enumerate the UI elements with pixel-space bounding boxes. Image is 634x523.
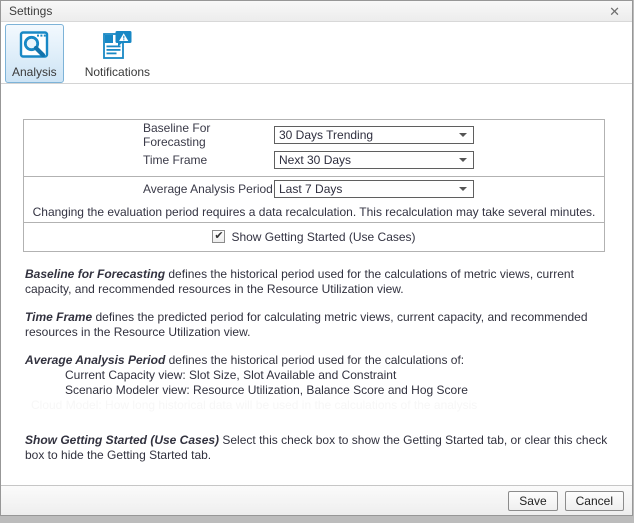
description-timeframe-term: Time Frame bbox=[25, 310, 92, 324]
description-timeframe: Time Frame defines the predicted period … bbox=[25, 310, 611, 340]
baseline-forecasting-select[interactable]: 30 Days Trending bbox=[274, 126, 474, 144]
tab-analysis-label: Analysis bbox=[12, 65, 57, 79]
description-getting-started-term: Show Getting Started (Use Cases) bbox=[25, 433, 219, 447]
description-baseline: Baseline for Forecasting defines the his… bbox=[25, 267, 611, 297]
title-bar: Settings ✕ bbox=[1, 1, 632, 22]
descriptions: Baseline for Forecasting defines the his… bbox=[25, 267, 611, 476]
baseline-forecasting-value: 30 Days Trending bbox=[279, 128, 459, 142]
analysis-icon bbox=[18, 29, 50, 61]
notifications-icon bbox=[101, 29, 133, 61]
dropdown-arrow-icon bbox=[459, 158, 467, 162]
forecast-section: Baseline For Forecasting 30 Days Trendin… bbox=[24, 120, 604, 177]
description-analysis-period-term: Average Analysis Period bbox=[25, 353, 165, 367]
description-analysis-period-sub2: Scenario Modeler view: Resource Utilizat… bbox=[25, 383, 611, 398]
form-row-baseline: Baseline For Forecasting 30 Days Trendin… bbox=[24, 126, 604, 144]
getting-started-checkbox-label: Show Getting Started (Use Cases) bbox=[231, 230, 415, 244]
average-analysis-period-select[interactable]: Last 7 Days bbox=[274, 180, 474, 198]
tab-analysis[interactable]: Analysis bbox=[5, 24, 64, 83]
time-frame-value: Next 30 Days bbox=[279, 153, 459, 167]
form-row-analysis-period: Average Analysis Period Last 7 Days bbox=[24, 180, 604, 198]
footer-bar: Save Cancel bbox=[1, 485, 632, 515]
description-analysis-period-sub1: Current Capacity view: Slot Size, Slot A… bbox=[25, 368, 611, 383]
baseline-forecasting-label: Baseline For Forecasting bbox=[143, 121, 274, 149]
description-getting-started: Show Getting Started (Use Cases) Select … bbox=[25, 433, 611, 463]
dropdown-arrow-icon bbox=[459, 187, 467, 191]
getting-started-checkbox[interactable]: ✔ bbox=[212, 230, 225, 243]
tab-notifications[interactable]: Notifications bbox=[78, 24, 157, 83]
getting-started-section: ✔ Show Getting Started (Use Cases) bbox=[24, 223, 604, 250]
window-title: Settings bbox=[9, 4, 605, 18]
save-button[interactable]: Save bbox=[508, 491, 557, 511]
time-frame-label: Time Frame bbox=[143, 153, 274, 167]
form-row-timeframe: Time Frame Next 30 Days bbox=[24, 151, 604, 169]
time-frame-select[interactable]: Next 30 Days bbox=[274, 151, 474, 169]
ghost-text: Cloud Model: How long historical data wi… bbox=[31, 398, 611, 413]
check-icon: ✔ bbox=[214, 231, 223, 242]
analysis-period-section: Average Analysis Period Last 7 Days Chan… bbox=[24, 177, 604, 223]
description-analysis-period: Average Analysis Period defines the hist… bbox=[25, 353, 611, 398]
description-timeframe-text: defines the predicted period for calcula… bbox=[25, 310, 588, 339]
close-icon[interactable]: ✕ bbox=[605, 5, 624, 18]
tab-notifications-label: Notifications bbox=[85, 65, 150, 79]
tab-bar: Analysis Notifications bbox=[1, 22, 632, 84]
description-analysis-period-text: defines the historical period used for t… bbox=[165, 353, 464, 367]
settings-dialog: Settings ✕ Analysis bbox=[0, 0, 633, 516]
average-analysis-period-label: Average Analysis Period bbox=[143, 182, 274, 196]
settings-groupbox: Baseline For Forecasting 30 Days Trendin… bbox=[23, 119, 605, 252]
cancel-button[interactable]: Cancel bbox=[565, 491, 624, 511]
average-analysis-period-value: Last 7 Days bbox=[279, 182, 459, 196]
recalculation-note: Changing the evaluation period requires … bbox=[24, 205, 604, 219]
description-baseline-term: Baseline for Forecasting bbox=[25, 267, 165, 281]
dropdown-arrow-icon bbox=[459, 133, 467, 137]
